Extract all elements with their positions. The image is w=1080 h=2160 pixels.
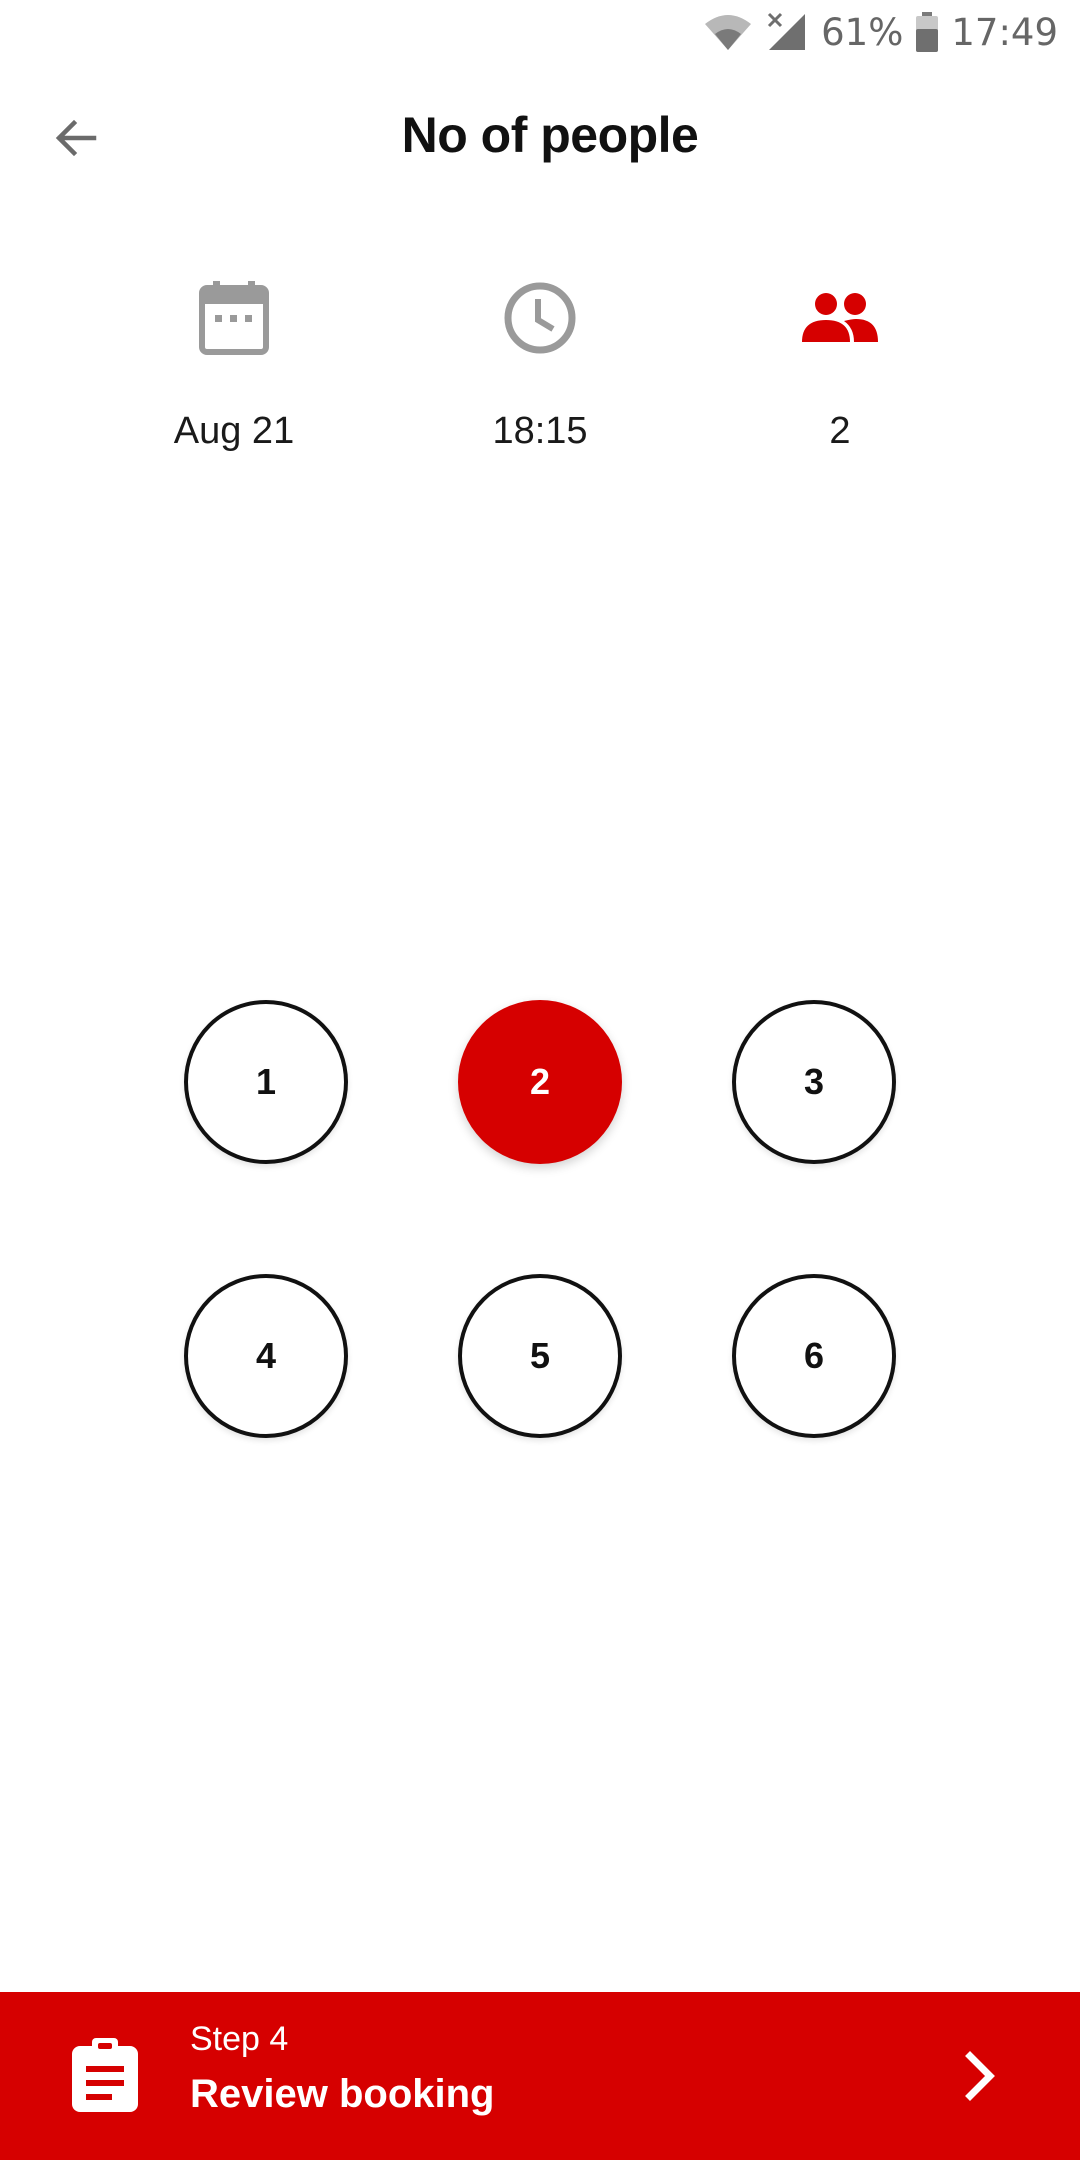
summary-date[interactable]: Aug 21 (84, 270, 384, 453)
people-option-2[interactable]: 2 (458, 1000, 622, 1164)
summary-people-value: 2 (829, 410, 851, 452)
people-icon (800, 290, 880, 351)
people-option-5[interactable]: 5 (458, 1274, 622, 1438)
summary-time-value: 18:15 (492, 410, 588, 452)
screen: 61% 17:49 No of people Aug 21 18:15 2 1 … (0, 0, 1080, 2160)
step-action-label: Review booking (190, 2072, 495, 2116)
booking-summary: Aug 21 18:15 2 (0, 270, 1080, 460)
battery-icon (915, 11, 939, 53)
calendar-icon (199, 280, 269, 360)
people-count-selector: 1 2 3 4 5 6 (180, 1000, 900, 1440)
header: No of people (0, 80, 1080, 200)
step-label: Step 4 (190, 2020, 289, 2058)
people-option-1[interactable]: 1 (184, 1000, 348, 1164)
review-booking-button[interactable]: Step 4 Review booking (0, 1992, 1080, 2160)
clock-icon (503, 281, 577, 360)
summary-time[interactable]: 18:15 (390, 270, 690, 453)
page-title: No of people (401, 107, 699, 163)
chevron-right-icon (960, 2046, 1000, 2106)
people-option-3[interactable]: 3 (732, 1000, 896, 1164)
summary-date-value: Aug 21 (173, 410, 295, 452)
people-option-4[interactable]: 4 (184, 1274, 348, 1438)
summary-people[interactable]: 2 (690, 270, 990, 453)
wifi-icon (703, 12, 753, 52)
battery-percent: 61% (821, 10, 904, 54)
people-option-6[interactable]: 6 (732, 1274, 896, 1438)
clock-time: 17:49 (951, 10, 1058, 54)
status-bar: 61% 17:49 (0, 0, 1080, 64)
signal-icon (765, 10, 809, 54)
clipboard-icon (70, 2036, 140, 2114)
